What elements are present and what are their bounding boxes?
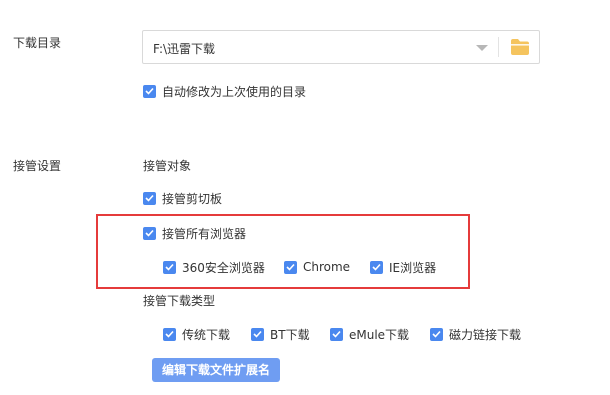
download-dir-path: F:\迅雷下载 [153,42,216,56]
browser-chrome-checkbox[interactable]: Chrome [284,259,350,275]
checkbox-checked-icon [163,327,176,341]
download-dir-label: 下载目录 [13,36,62,50]
type-traditional-checkbox[interactable]: 传统下载 [163,326,230,342]
checkbox-checked-icon [330,327,343,341]
takeover-all-browsers-checkbox[interactable]: 接管所有浏览器 [143,225,246,241]
checkbox-checked-icon [370,260,383,274]
checkbox-checked-icon [430,327,443,341]
checkbox-checked-icon [251,327,264,341]
chevron-down-icon[interactable] [476,45,488,51]
browser-ie-checkbox[interactable]: IE浏览器 [370,259,436,275]
takeover-types-label: 接管下载类型 [143,294,216,308]
select-divider [498,37,499,57]
checkbox-checked-icon [284,260,297,274]
download-dir-select[interactable]: F:\迅雷下载 [142,30,540,64]
checkbox-checked-icon [163,260,176,274]
type-emule-checkbox[interactable]: eMule下载 [330,326,409,342]
folder-icon[interactable] [509,37,531,57]
takeover-settings-label: 接管设置 [13,159,62,173]
takeover-target-label: 接管对象 [143,159,192,173]
takeover-clipboard-checkbox[interactable]: 接管剪切板 [143,190,222,206]
checkbox-checked-icon [143,226,156,240]
edit-extensions-button[interactable]: 编辑下载文件扩展名 [152,358,280,382]
checkbox-checked-icon [143,191,156,205]
browser-360-label: 360安全浏览器 [182,260,265,275]
type-magnet-checkbox[interactable]: 磁力链接下载 [430,326,521,342]
type-magnet-label: 磁力链接下载 [449,327,522,342]
browser-ie-label: IE浏览器 [389,260,437,275]
type-bt-checkbox[interactable]: BT下载 [251,326,310,342]
type-bt-label: BT下载 [270,327,310,342]
browser-chrome-label: Chrome [303,260,351,274]
type-emule-label: eMule下载 [349,327,410,342]
auto-modify-dir-label: 自动修改为上次使用的目录 [162,84,307,99]
checkbox-checked-icon [143,84,156,98]
takeover-clipboard-label: 接管剪切板 [162,191,223,206]
type-traditional-label: 传统下载 [182,327,231,342]
auto-modify-dir-checkbox[interactable]: 自动修改为上次使用的目录 [143,83,306,99]
takeover-all-browsers-label: 接管所有浏览器 [162,226,247,241]
browser-360-checkbox[interactable]: 360安全浏览器 [163,259,265,275]
